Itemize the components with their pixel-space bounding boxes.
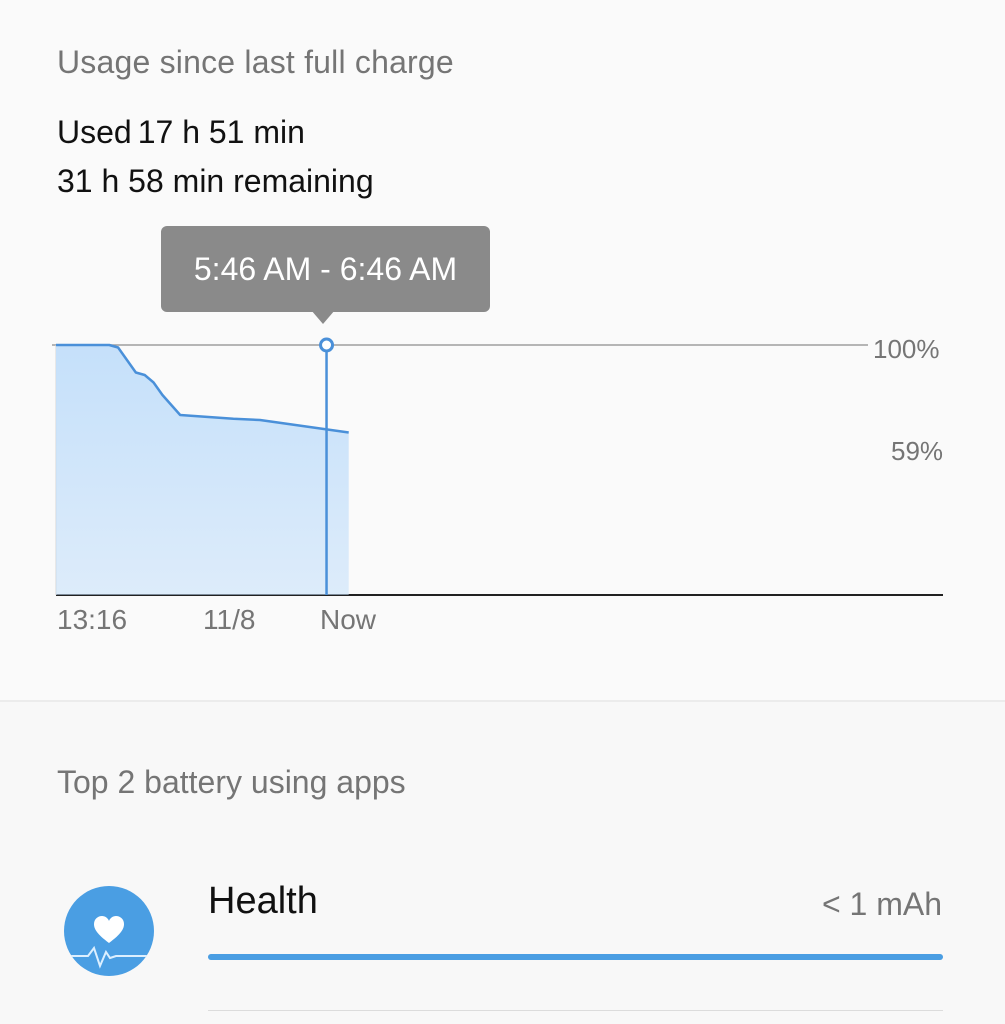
remaining-time: 31 h 58 min remaining xyxy=(57,163,374,199)
apps-section-title: Top 2 battery using apps xyxy=(57,764,406,800)
usage-bar-fill xyxy=(208,954,943,960)
time-range-tooltip: 5:46 AM - 6:46 AM xyxy=(161,226,490,312)
row-divider xyxy=(208,1010,943,1011)
selection-cursor-handle xyxy=(319,337,335,353)
battery-usage-card: Usage since last full charge Used 17 h 51… xyxy=(0,0,1005,702)
used-value: 17 h 51 min xyxy=(137,114,305,150)
app-row-health[interactable]: Health < 1 mAh xyxy=(0,840,1005,1024)
usage-section-title: Usage since last full charge xyxy=(57,44,454,80)
battery-area-fill xyxy=(56,345,349,595)
y-tick-label-59: 59% xyxy=(891,436,944,466)
heart-pulse-icon xyxy=(64,886,154,976)
used-label: Used xyxy=(57,114,132,150)
x-tick-label-mid: 11/8 xyxy=(203,604,256,635)
app-name: Health xyxy=(208,880,318,922)
x-tick-label-now: Now xyxy=(320,604,377,635)
app-usage-value: < 1 mAh xyxy=(821,886,942,922)
tooltip-arrow xyxy=(311,310,335,324)
used-time: Used 17 h 51 min xyxy=(57,114,305,151)
usage-bar-track xyxy=(208,954,943,960)
battery-usage-chart[interactable] xyxy=(0,220,1005,640)
x-tick-label-start: 13:16 xyxy=(57,604,128,635)
y-tick-label-100: 100% xyxy=(873,334,940,364)
